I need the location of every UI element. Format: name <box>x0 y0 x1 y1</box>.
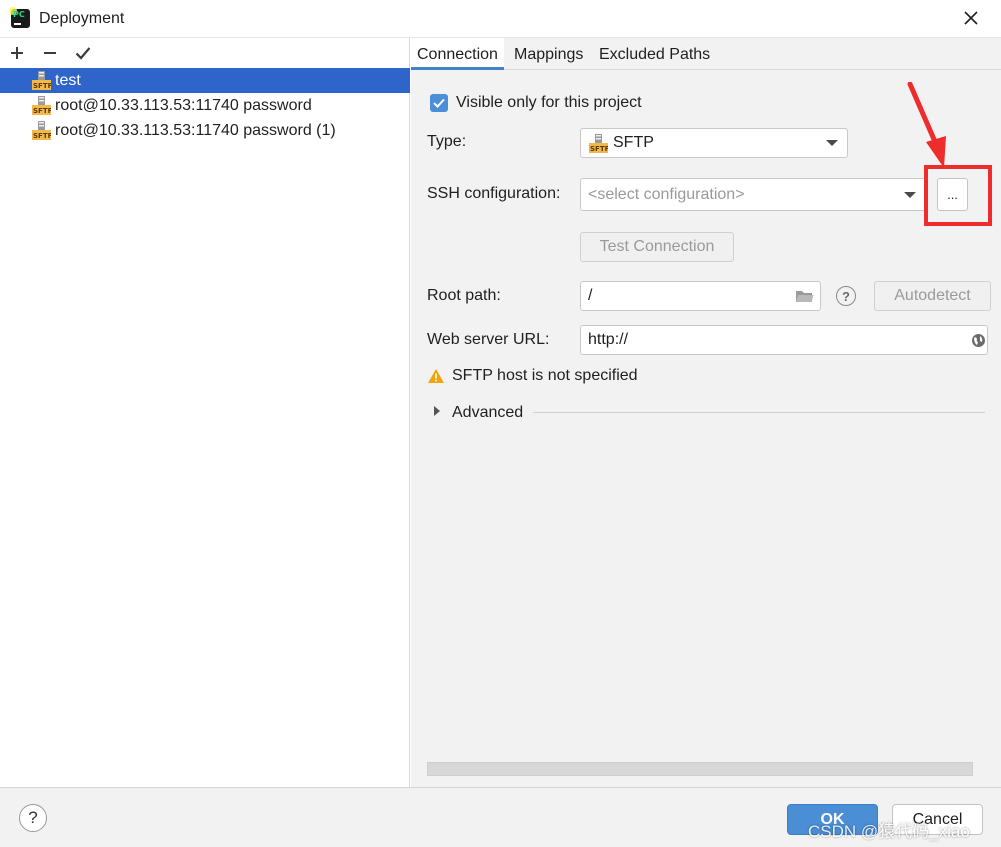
window-title: Deployment <box>39 10 125 27</box>
ssh-configuration-select[interactable]: <select configuration> <box>580 178 926 211</box>
plus-icon <box>11 47 23 59</box>
chevron-right-icon[interactable] <box>433 405 441 417</box>
pycharm-app-icon: PC <box>9 7 30 28</box>
svg-text:SFTP: SFTP <box>590 145 608 153</box>
close-button[interactable] <box>958 5 984 31</box>
tab-excluded-paths[interactable]: Excluded Paths <box>593 38 716 70</box>
folder-icon[interactable] <box>795 289 814 304</box>
type-select[interactable]: SFTP SFTP <box>580 128 848 158</box>
close-icon <box>964 11 978 25</box>
ssh-configuration-placeholder: <select configuration> <box>588 185 745 203</box>
sftp-server-icon: SFTP <box>589 134 608 153</box>
remove-server-button[interactable] <box>38 41 62 65</box>
add-server-button[interactable] <box>5 41 29 65</box>
sftp-server-icon: SFTP <box>32 96 51 115</box>
type-value: SFTP <box>613 134 654 151</box>
horizontal-scrollbar[interactable] <box>427 762 973 776</box>
advanced-divider <box>533 412 985 413</box>
root-path-value: / <box>588 287 593 304</box>
tab-mappings[interactable]: Mappings <box>508 38 589 70</box>
autodetect-button[interactable]: Autodetect <box>874 281 991 311</box>
server-item-test[interactable]: SFTP test <box>0 68 410 93</box>
root-path-label: Root path: <box>427 287 501 304</box>
set-default-button[interactable] <box>71 41 95 65</box>
help-icon[interactable]: ? <box>836 286 856 306</box>
visible-only-checkbox[interactable] <box>430 94 448 112</box>
type-label: Type: <box>427 133 467 150</box>
tab-bar: Connection Mappings Excluded Paths <box>411 38 1001 70</box>
sftp-server-icon: SFTP <box>32 121 51 140</box>
settings-panel: Connection Mappings Excluded Paths Visib… <box>411 38 1001 787</box>
server-item-root-password[interactable]: SFTP root@10.33.113.53:11740 password <box>0 93 410 118</box>
web-server-url-field[interactable]: http:// <box>580 325 988 355</box>
server-item-label: root@10.33.113.53:11740 password (1) <box>55 121 336 139</box>
svg-text:SFTP: SFTP <box>33 132 51 140</box>
server-list: SFTP test SFTP root@10.33.113.53:11740 p… <box>0 68 410 143</box>
server-item-label: test <box>55 71 81 89</box>
ssh-configuration-browse-button[interactable]: ... <box>937 178 968 211</box>
check-icon <box>75 47 91 60</box>
warning-icon <box>428 369 444 383</box>
title-bar: PC Deployment <box>0 0 1001 38</box>
test-connection-button[interactable]: Test Connection <box>580 232 734 262</box>
svg-text:SFTP: SFTP <box>33 82 51 90</box>
chevron-down-icon <box>904 191 916 198</box>
visible-only-label: Visible only for this project <box>456 94 642 111</box>
svg-text:SFTP: SFTP <box>33 107 51 115</box>
tab-connection[interactable]: Connection <box>411 38 504 70</box>
server-item-label: root@10.33.113.53:11740 password <box>55 96 312 114</box>
watermark: CSDN @猿代码_xiao <box>808 822 970 841</box>
globe-icon[interactable] <box>971 333 986 348</box>
check-icon <box>433 98 445 108</box>
server-item-root-password-1[interactable]: SFTP root@10.33.113.53:11740 password (1… <box>0 118 410 143</box>
minus-icon <box>44 52 56 54</box>
ssh-configuration-label: SSH configuration: <box>427 185 561 202</box>
warning-message: SFTP host is not specified <box>452 367 638 384</box>
server-toolbar <box>0 38 410 67</box>
advanced-section-toggle[interactable]: Advanced <box>452 404 523 422</box>
server-list-panel: SFTP test SFTP root@10.33.113.53:11740 p… <box>0 38 410 787</box>
web-server-url-value: http:// <box>588 331 629 348</box>
help-button[interactable]: ? <box>19 804 47 832</box>
chevron-down-icon <box>826 140 838 146</box>
dialog-footer: ? OK Cancel CSDN @猿代码_xiao <box>0 787 1001 847</box>
sftp-server-icon: SFTP <box>32 71 51 90</box>
web-server-url-label: Web server URL: <box>427 331 550 348</box>
root-path-field[interactable]: / <box>580 281 821 311</box>
